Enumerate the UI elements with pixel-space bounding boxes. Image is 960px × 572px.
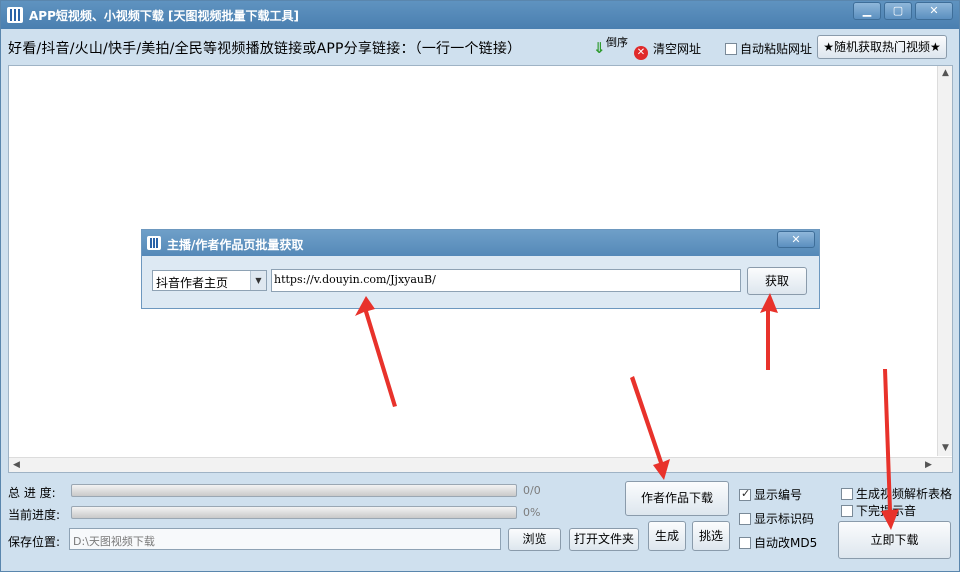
links-prompt: 好看/抖音/火山/快手/美拍/全民等视频播放链接或APP分享链接：（一行一个链接… (8, 41, 522, 57)
save-path-input[interactable]: D:\天图视频下载 (69, 528, 501, 550)
minimize-button[interactable]: ▁ (853, 2, 881, 20)
vertical-scrollbar[interactable]: ▲ ▼ (937, 66, 952, 456)
reverse-order-label: 倒序 (606, 36, 628, 49)
auto-paste-box[interactable] (725, 43, 737, 55)
gen-table-checkbox[interactable]: 生成视频解析表格 (841, 485, 952, 502)
author-batch-dialog: 主播/作者作品页批量获取 ✕ 抖音作者主页 ▼ https://v.douyin… (141, 229, 820, 309)
scroll-down-icon[interactable]: ▼ (938, 441, 953, 456)
done-sound-label: 下完提示音 (856, 504, 917, 518)
window-title: APP短视频、小视频下载 [天图视频批量下载工具] (29, 9, 300, 23)
show-number-box[interactable] (739, 487, 751, 501)
save-location-label: 保存位置: (8, 535, 61, 549)
dialog-close-button[interactable]: ✕ (777, 231, 815, 248)
total-progress-label: 总 进 度: (8, 486, 56, 500)
chevron-down-icon[interactable]: ▼ (250, 271, 266, 290)
close-button[interactable]: ✕ (915, 2, 953, 20)
reverse-order-button[interactable]: ⇓ 倒序 (593, 36, 628, 61)
clear-icon: ✕ (634, 46, 648, 60)
current-progress-label: 当前进度: (8, 508, 61, 522)
auto-md5-checkbox[interactable]: 自动改MD5 (739, 534, 817, 551)
author-url-input[interactable]: https://v.douyin.com/JjxyauB/ (271, 269, 741, 292)
total-progress-text: 0/0 (523, 484, 541, 497)
total-progress-bar (71, 484, 517, 497)
maximize-button[interactable]: ▢ (884, 2, 912, 20)
horizontal-scrollbar[interactable]: ◀ ▶ (9, 457, 952, 472)
current-progress-bar (71, 506, 517, 519)
current-progress-text: 0% (523, 506, 541, 519)
main-window: APP短视频、小视频下载 [天图视频批量下载工具] ▁ ▢ ✕ 好看/抖音/火山… (0, 0, 960, 572)
scroll-right-icon[interactable]: ▶ (921, 458, 936, 473)
auto-md5-label: 自动改MD5 (754, 536, 818, 550)
show-number-label: 显示编号 (754, 488, 803, 502)
app-icon (7, 7, 23, 23)
browse-button[interactable]: 浏览 (508, 528, 561, 551)
show-id-label: 显示标识码 (754, 512, 815, 526)
dialog-app-icon (147, 236, 161, 250)
auto-md5-box[interactable] (739, 537, 751, 549)
bottom-panel: 总 进 度: 0/0 当前进度: 0% 保存位置: D:\天图视频下载 浏览 打… (1, 475, 959, 571)
random-hot-videos-button[interactable]: ★随机获取热门视频★ (817, 35, 947, 59)
done-sound-box[interactable] (841, 505, 853, 517)
auto-paste-checkbox[interactable]: 自动粘贴网址 (725, 40, 812, 57)
show-id-checkbox[interactable]: 显示标识码 (739, 510, 814, 527)
author-works-download-button[interactable]: 作者作品下载 (625, 481, 729, 516)
open-folder-button[interactable]: 打开文件夹 (569, 528, 639, 551)
gen-table-box[interactable] (841, 488, 853, 500)
source-type-select[interactable]: 抖音作者主页 ▼ (152, 270, 267, 291)
scroll-left-icon[interactable]: ◀ (9, 458, 24, 473)
title-bar[interactable]: APP短视频、小视频下载 [天图视频批量下载工具] ▁ ▢ ✕ (1, 1, 959, 29)
dialog-title: 主播/作者作品页批量获取 (167, 238, 304, 252)
toolbar: 好看/抖音/火山/快手/美拍/全民等视频播放链接或APP分享链接：（一行一个链接… (1, 31, 959, 63)
generate-button[interactable]: 生成 (648, 521, 686, 551)
scroll-up-icon[interactable]: ▲ (938, 66, 953, 81)
show-number-checkbox[interactable]: 显示编号 (739, 486, 802, 503)
gen-table-label: 生成视频解析表格 (856, 487, 953, 501)
down-arrow-icon: ⇓ (593, 39, 606, 57)
download-now-button[interactable]: 立即下载 (838, 521, 951, 559)
fetch-button[interactable]: 获取 (747, 267, 807, 295)
auto-paste-label: 自动粘贴网址 (740, 42, 813, 56)
clear-urls-label: 清空网址 (653, 42, 702, 56)
dialog-title-bar[interactable]: 主播/作者作品页批量获取 ✕ (142, 230, 819, 256)
source-type-value: 抖音作者主页 (156, 276, 229, 290)
pick-button[interactable]: 挑选 (692, 521, 730, 551)
show-id-box[interactable] (739, 513, 751, 525)
clear-urls-button[interactable]: ✕ 清空网址 (634, 40, 701, 60)
done-sound-checkbox[interactable]: 下完提示音 (841, 502, 916, 519)
